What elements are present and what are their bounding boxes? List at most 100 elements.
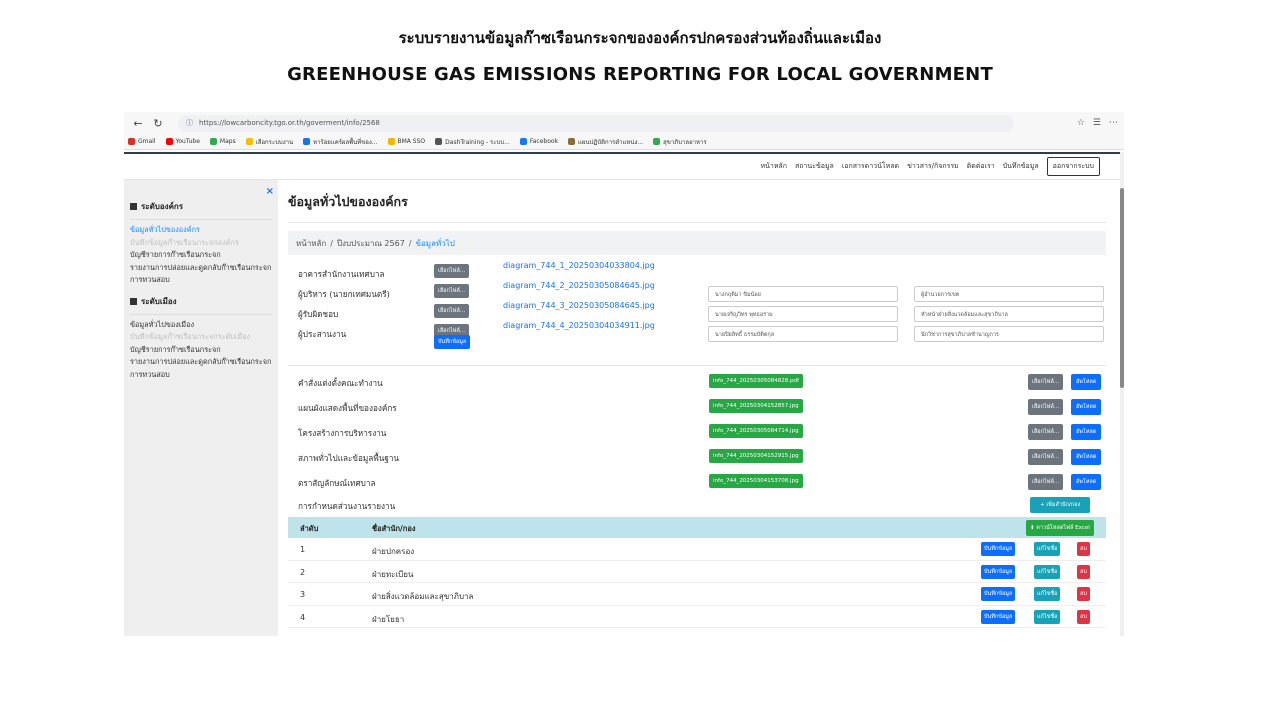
bookmark-item[interactable]: Gmail (128, 138, 156, 145)
row-save-button[interactable]: บันทึกข้อมูล (981, 542, 1016, 556)
choose-file-button[interactable]: เลือกไฟล์... (1028, 424, 1064, 440)
nav-item[interactable]: ติดต่อเรา (967, 161, 995, 172)
bookmark-item[interactable]: YouTube (165, 138, 200, 145)
choose-file-button[interactable]: เลือกไฟล์... (1028, 449, 1064, 465)
row-edit-button[interactable]: แก้ไขชื่อ (1034, 609, 1061, 624)
choose-file-button[interactable]: เลือกไฟล์... (434, 284, 470, 298)
row-save-button[interactable]: บันทึกข้อมูล (981, 564, 1016, 579)
nav-item[interactable]: เอกสารดาวน์โหลด (842, 161, 899, 172)
assign-label: การกำหนดส่วนงานรายงาน (298, 501, 396, 511)
scrollbar-thumb[interactable] (1120, 188, 1124, 388)
sidebar-item[interactable]: การทวนสอบ (130, 274, 272, 287)
position-field[interactable]: นักวิชาการสุขาภิบาลชำนาญการ (914, 326, 1104, 342)
bookmark-label: Gmail (138, 138, 156, 145)
document-row: สภาพทั่วไปและข้อมูลพื้นฐาน info_744_20250… (288, 445, 1106, 470)
bookmark-item[interactable]: Maps (209, 138, 236, 145)
name-field[interactable]: นางกฤติมา ขิมน้อย (708, 286, 898, 302)
bookmark-label: หาร้อยแคร์ผลพื้นที่ของ... (313, 138, 378, 146)
nav-item[interactable]: ข่าวสาร/กิจกรรม (907, 161, 959, 172)
download-excel-button[interactable]: ⬇ ดาวน์โหลดไฟล์ Excel (1026, 520, 1094, 536)
table-row: 2 ฝ่ายทะเบียน บันทึกข้อมูล แก้ไขชื่อ ลบ (288, 561, 1106, 583)
bookmark-favicon-icon (128, 138, 135, 145)
sidebar-item[interactable]: บันทึกข้อมูลก๊าซเรือนกระจกองค์กร (130, 237, 272, 250)
bookmark-favicon-icon (435, 138, 443, 145)
document-label: คำสั่งแต่งตั้งคณะทำงาน (298, 378, 383, 388)
back-arrow-icon[interactable]: ← (130, 115, 146, 131)
bookmark-item[interactable]: หาร้อยแคร์ผลพื้นที่ของ... (303, 137, 378, 147)
sidebar-item[interactable]: บัญชีรายการก๊าซเรือนกระจก (130, 344, 272, 357)
file-link[interactable]: diagram_744_2_20250305084645.jpg (503, 281, 655, 290)
sidebar-item[interactable]: บันทึกข้อมูลก๊าซเรือนกระจกระดับเมือง (130, 331, 272, 344)
choose-file-button[interactable]: เลือกไฟล์... (434, 304, 470, 318)
row-department-name: ฝ่ายทะเบียน (372, 569, 414, 579)
reload-icon[interactable]: ↻ (150, 115, 166, 131)
site-navigation: หน้าหลัก สถานะข้อมูล เอกสารดาวน์โหลด ข่าวสา… (124, 152, 1120, 180)
bookmark-item[interactable]: เลือกระบบงาน (245, 137, 294, 147)
row-edit-button[interactable]: แก้ไขชื่อ (1034, 542, 1061, 556)
upload-button[interactable]: อัพโหลด (1071, 399, 1102, 415)
name-field[interactable]: นายปิยลิทธิ์ ธรรมบัติตกุล (708, 326, 898, 342)
file-link[interactable]: diagram_744_3_20250305084645.jpg (503, 301, 655, 310)
bookmark-item[interactable]: DashTraining - ระบบ... (435, 137, 510, 147)
url-input[interactable]: ⓘ https://lowcarboncity.tgo.or.th/goverm… (178, 114, 1014, 132)
bookmark-favicon-icon (165, 138, 173, 145)
bookmark-label: Facebook (529, 138, 559, 145)
choose-file-button[interactable]: เลือกไฟล์... (1028, 474, 1064, 490)
sidebar-item[interactable]: การทวนสอบ (130, 369, 272, 382)
document-file-button[interactable]: info_744_20250305084828.pdf (709, 374, 803, 388)
breadcrumb-year[interactable]: ปีงบประมาณ 2567 (337, 237, 405, 250)
breadcrumb-home[interactable]: หน้าหลัก (296, 237, 326, 250)
sidebar-item[interactable]: บัญชีรายการก๊าซเรือนกระจก (130, 249, 272, 262)
close-sidebar-icon[interactable]: × (266, 186, 274, 197)
upload-button[interactable]: อัพโหลด (1071, 474, 1102, 490)
nav-item[interactable]: สถานะข้อมูล (795, 161, 834, 172)
bookmark-item[interactable]: BMA SSO (387, 138, 425, 145)
choose-file-button[interactable]: เลือกไฟล์... (1028, 399, 1064, 415)
more-options-icon[interactable]: ⋯ (1109, 118, 1118, 128)
nav-item[interactable]: หน้าหลัก (760, 161, 786, 172)
table-body: 1 ฝ่ายปกครอง บันทึกข้อมูล แก้ไขชื่อ ลบ 2 ฝ่ายท… (288, 538, 1106, 628)
slide-title-english: GREENHOUSE GAS EMISSIONS REPORTING FOR L… (287, 64, 993, 85)
row-delete-button[interactable]: ลบ (1077, 564, 1090, 579)
document-file-button[interactable]: info_744_20250304152915.jpg (709, 449, 803, 463)
logout-button[interactable]: ออกจากระบบ (1046, 157, 1100, 176)
collections-icon[interactable]: ☰ (1093, 118, 1101, 128)
name-field[interactable]: นายเจริญวิทร พุทธอร่าม (708, 306, 898, 322)
upload-button[interactable]: อัพโหลด (1071, 424, 1102, 440)
sidebar-item[interactable]: ข้อมูลทั่วไปของเมือง (130, 319, 272, 332)
bookmark-item[interactable]: แผนปฏิบัติการตำแหน่ง... (568, 137, 643, 147)
upload-button[interactable]: อัพโหลด (1071, 449, 1102, 465)
bookmark-item[interactable]: สุขาภิบาลอาหาร (653, 137, 707, 147)
position-field[interactable]: ผู้อำนวยการเขต (914, 286, 1104, 302)
sidebar-section-org: ระดับองค์กร (130, 200, 272, 220)
sidebar-item[interactable]: รายงานการปล่อยและดูดกลับก๊าซเรือนกระจก (130, 262, 272, 275)
add-department-button[interactable]: + เพิ่มสำนัก/กอง (1030, 497, 1091, 513)
file-link[interactable]: diagram_744_1_20250304033804.jpg (503, 261, 655, 270)
document-file-button[interactable]: info_744_20250304153708.jpg (709, 474, 803, 488)
info-label: ผู้บริหาร (นายกเทศมนตรี) (298, 289, 390, 299)
row-edit-button[interactable]: แก้ไขชื่อ (1034, 587, 1061, 601)
row-delete-button[interactable]: ลบ (1077, 587, 1090, 601)
upload-button[interactable]: อัพโหลด (1071, 374, 1102, 390)
choose-file-button[interactable]: เลือกไฟล์... (434, 264, 470, 278)
row-delete-button[interactable]: ลบ (1077, 609, 1090, 624)
site-info-icon[interactable]: ⓘ (186, 118, 193, 128)
position-field[interactable]: หัวหน้าฝ่ายสิ่งแวดล้อมและสุขาภิบาล (914, 306, 1104, 322)
document-file-button[interactable]: info_744_20250304152857.jpg (709, 399, 803, 413)
file-link[interactable]: diagram_744_4_20250304034911.jpg (503, 321, 655, 330)
bookmark-item[interactable]: Facebook (519, 138, 559, 145)
row-delete-button[interactable]: ลบ (1077, 542, 1090, 556)
nav-item[interactable]: บันทึกข้อมูล (1003, 161, 1039, 172)
sidebar-item[interactable]: ข้อมูลทั่วไปขององค์กร (130, 224, 272, 237)
info-section: อาคารสำนักงานเทศบาล เลือกไฟล์... diagram_7… (288, 255, 1106, 355)
scrollbar[interactable] (1120, 152, 1124, 636)
save-button[interactable]: บันทึกข้อมูล (434, 335, 471, 349)
sidebar-item[interactable]: รายงานการปล่อยและดูดกลับก๊าซเรือนกระจก (130, 356, 272, 369)
row-save-button[interactable]: บันทึกข้อมูล (981, 609, 1016, 624)
row-save-button[interactable]: บันทึกข้อมูล (981, 587, 1016, 601)
bookmark-label: เลือกระบบงาน (255, 138, 294, 146)
favorite-star-icon[interactable]: ☆ (1077, 118, 1085, 128)
document-file-button[interactable]: info_744_20250305084714.jpg (709, 424, 803, 438)
choose-file-button[interactable]: เลือกไฟล์... (1028, 374, 1064, 390)
row-edit-button[interactable]: แก้ไขชื่อ (1034, 564, 1061, 579)
